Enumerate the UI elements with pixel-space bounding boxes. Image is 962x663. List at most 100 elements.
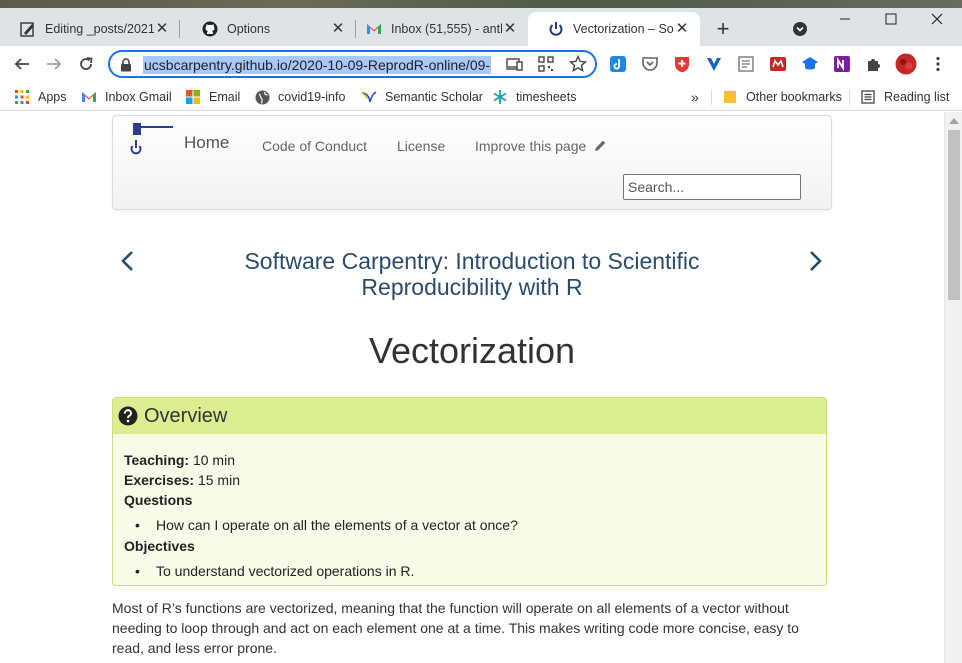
more-bookmarks-chevron-icon[interactable]: »	[691, 88, 699, 106]
lock-icon[interactable]	[120, 58, 132, 72]
pencil-icon	[593, 139, 607, 156]
question-circle-icon	[118, 406, 138, 426]
page-scrollbar[interactable]	[944, 112, 962, 663]
carpentry-logo-icon[interactable]	[127, 121, 175, 157]
scholar-extension-icon[interactable]	[798, 52, 822, 76]
tab-title: Vectorization – Softw	[573, 22, 674, 36]
microsoft-icon	[185, 89, 201, 105]
bookmark-label: Semantic Scholar	[385, 90, 483, 104]
reading-list-button[interactable]: Reading list	[860, 88, 949, 106]
tab-title: Editing _posts/2021-	[45, 22, 154, 36]
close-tab-icon[interactable]: ✕	[674, 21, 690, 37]
tab-editing-posts[interactable]: Editing _posts/2021- ✕	[0, 12, 180, 46]
vpn-extension-icon[interactable]	[702, 52, 726, 76]
chrome-menu-icon[interactable]	[926, 52, 950, 76]
question-text: How can I operate on all the elements of…	[156, 517, 518, 533]
gmail-icon	[81, 89, 97, 105]
site-navbar: Home Code of Conduct License Improve thi…	[112, 115, 832, 210]
bookmark-star-icon[interactable]	[568, 54, 588, 73]
forward-icon[interactable]	[42, 52, 66, 76]
next-episode-chevron-icon[interactable]	[806, 248, 826, 276]
bookmark-label: covid19-info	[278, 90, 346, 104]
profile-avatar[interactable]	[894, 52, 918, 76]
nav-improve-page-link[interactable]: Improve this page	[475, 138, 607, 156]
address-bar[interactable]: ucsbcarpentry.github.io/2020-10-09-Repro…	[108, 50, 597, 78]
teaching-label: Teaching:	[124, 452, 190, 468]
semantic-scholar-icon	[361, 89, 377, 105]
reload-icon[interactable]	[74, 52, 98, 76]
carpentry-power-icon	[548, 21, 564, 37]
edit-page-icon	[20, 21, 36, 37]
tab-options[interactable]: Options ✕	[182, 12, 356, 46]
bookmark-covid19-info[interactable]: covid19-info	[254, 88, 345, 106]
close-tab-icon[interactable]: ✕	[154, 21, 170, 37]
bookmark-semantic-scholar[interactable]: Semantic Scholar	[361, 88, 483, 106]
tab-strip: Editing _posts/2021- ✕ Options ✕ Inbox (…	[0, 0, 962, 46]
extensions-puzzle-icon[interactable]	[862, 52, 886, 76]
teaching-time: Teaching: 10 min	[124, 452, 235, 468]
questions-heading: Questions	[124, 492, 193, 508]
objective-item: To understand vectorized operations in R…	[135, 563, 414, 579]
exercises-value: 15 min	[197, 472, 240, 488]
tab-title: Inbox (51,555) - anth	[391, 22, 502, 36]
exercises-label: Exercises:	[124, 472, 195, 488]
maximize-icon[interactable]	[868, 8, 914, 30]
question-item: How can I operate on all the elements of…	[135, 517, 518, 533]
install-app-icon[interactable]	[506, 56, 524, 72]
back-icon[interactable]	[10, 52, 34, 76]
intro-paragraph: Most of R’s functions are vectorized, me…	[112, 600, 799, 656]
bookmark-label: Apps	[38, 90, 67, 104]
tab-vectorization[interactable]: Vectorization – Softw ✕	[528, 12, 700, 46]
bookmark-label: Inbox Gmail	[105, 90, 172, 104]
tab-separator	[179, 20, 180, 38]
window-background	[0, 0, 962, 8]
previous-episode-chevron-icon[interactable]	[118, 248, 138, 276]
close-tab-icon[interactable]: ✕	[502, 21, 518, 37]
search-input[interactable]	[623, 174, 801, 200]
mendeley-extension-icon[interactable]	[766, 52, 790, 76]
apps-grid-icon	[14, 89, 30, 105]
reader-extension-icon[interactable]	[734, 52, 758, 76]
page-title: Vectorization	[368, 330, 576, 371]
bookmarks-divider	[711, 89, 712, 105]
minimize-icon[interactable]	[822, 8, 868, 30]
bookmark-email[interactable]: Email	[185, 88, 240, 106]
bookmark-inbox-gmail[interactable]: Inbox Gmail	[81, 88, 172, 106]
qr-code-icon[interactable]	[538, 56, 554, 72]
scrollbar-thumb[interactable]	[948, 130, 960, 300]
tab-search-icon[interactable]	[792, 21, 808, 37]
bookmark-other-bookmarks[interactable]: Other bookmarks	[722, 88, 842, 106]
tab-gmail-inbox[interactable]: Inbox (51,555) - anth ✕	[346, 12, 528, 46]
overview-box: Overview Teaching: 10 min Exercises: 15 …	[112, 397, 827, 586]
extension-tiktok-icon[interactable]	[606, 52, 630, 76]
pocket-icon[interactable]	[638, 52, 662, 76]
lesson-title-link[interactable]: Software Carpentry: Introduction to Scie…	[200, 248, 744, 300]
shield-extension-icon[interactable]	[670, 52, 694, 76]
overview-header: Overview	[113, 398, 826, 434]
bookmark-timesheets[interactable]: timesheets	[492, 88, 576, 106]
nav-home-link[interactable]: Home	[184, 133, 229, 153]
bookmarks-bar: Apps Inbox Gmail Email covid19-info Sema…	[0, 82, 962, 111]
nav-improve-label: Improve this page	[475, 138, 587, 154]
bookmarks-divider	[849, 89, 850, 105]
exercises-time: Exercises: 15 min	[124, 472, 240, 488]
nav-license-link[interactable]: License	[397, 138, 445, 154]
browser-toolbar: ucsbcarpentry.github.io/2020-10-09-Repro…	[0, 46, 962, 82]
new-tab-button[interactable]: +	[711, 17, 735, 41]
close-tab-icon[interactable]: ✕	[330, 21, 346, 37]
bookmark-label: timesheets	[516, 90, 577, 104]
bookmark-apps[interactable]: Apps	[14, 88, 67, 106]
bookmark-label: Other bookmarks	[746, 90, 842, 104]
teaching-value: 10 min	[192, 452, 235, 468]
nav-code-of-conduct-link[interactable]: Code of Conduct	[262, 138, 367, 154]
page-content: Home Code of Conduct License Improve thi…	[0, 112, 944, 663]
onenote-extension-icon[interactable]	[830, 52, 854, 76]
gmail-icon	[366, 21, 382, 37]
scroll-up-arrow-icon[interactable]	[949, 118, 959, 124]
objective-text: To understand vectorized operations in R…	[156, 563, 415, 579]
close-window-icon[interactable]	[914, 8, 960, 30]
objectives-heading: Objectives	[124, 538, 195, 554]
url-text[interactable]: ucsbcarpentry.github.io/2020-10-09-Repro…	[143, 56, 492, 74]
overview-heading: Overview	[144, 404, 228, 427]
tab-title: Options	[227, 22, 271, 36]
